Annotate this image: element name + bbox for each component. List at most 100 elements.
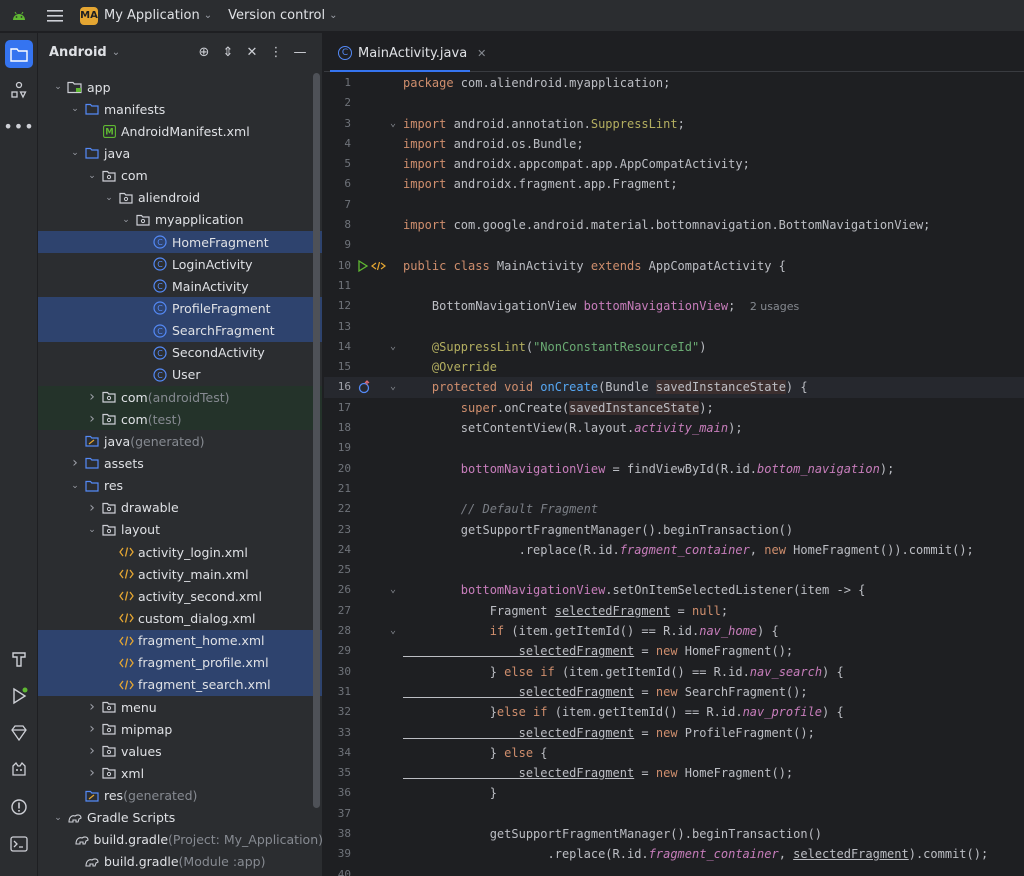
line-number[interactable]: 29	[324, 641, 351, 661]
line-number[interactable]: 39	[324, 844, 351, 864]
code-line[interactable]: 6 import androidx.fragment.app.Fragment;	[324, 174, 1024, 194]
line-number[interactable]: 4	[324, 134, 351, 154]
code-line[interactable]: 4 import android.os.Bundle;	[324, 134, 1024, 154]
code-line[interactable]: 32 }else if (item.getItemId() == R.id.na…	[324, 702, 1024, 722]
line-number[interactable]: 40	[324, 865, 351, 876]
tree-item[interactable]: C User	[38, 364, 322, 386]
fold-chevron-icon[interactable]: ⌄	[390, 621, 396, 641]
line-number[interactable]: 20	[324, 459, 351, 479]
expand-all-icon[interactable]: ⇕	[216, 42, 240, 62]
chevron-down-icon[interactable]: ⌄	[84, 525, 100, 535]
code-line[interactable]: 23 getSupportFragmentManager().beginTran…	[324, 520, 1024, 540]
tree-item[interactable]: ⌄ java	[38, 142, 322, 164]
code-line[interactable]: 39 .replace(R.id.fragment_container, sel…	[324, 844, 1024, 864]
line-number[interactable]: 23	[324, 520, 351, 540]
terminal-tool-button[interactable]	[5, 830, 33, 858]
chevron-down-icon[interactable]: ⌄	[67, 148, 83, 158]
chevron-right-icon[interactable]: ›	[84, 699, 100, 715]
line-number[interactable]: 30	[324, 662, 351, 682]
code-line[interactable]: 40	[324, 865, 1024, 876]
code-line[interactable]: 31 selectedFragment = new SearchFragment…	[324, 682, 1024, 702]
code-line[interactable]: 34 } else {	[324, 743, 1024, 763]
chevron-down-icon[interactable]: ⌄	[101, 193, 117, 203]
code-line[interactable]: 28 ⌄ if (item.getItemId() == R.id.nav_hom…	[324, 621, 1024, 641]
chevron-down-icon[interactable]: ⌄	[67, 481, 83, 491]
code-line[interactable]: 16 ⌄ protected void onCreate(Bundle saved…	[324, 377, 1024, 398]
tree-item[interactable]: C SearchFragment	[38, 319, 322, 342]
line-number[interactable]: 10	[324, 256, 351, 276]
chevron-down-icon[interactable]: ⌄	[50, 82, 66, 92]
code-line[interactable]: 2	[324, 93, 1024, 113]
line-number[interactable]: 11	[324, 276, 351, 296]
line-number[interactable]: 18	[324, 418, 351, 438]
tree-item[interactable]: activity_main.xml	[38, 563, 322, 585]
code-line[interactable]: 29 selectedFragment = new HomeFragment()…	[324, 641, 1024, 661]
tab-mainactivity[interactable]: C MainActivity.java ✕	[330, 39, 494, 67]
code-line[interactable]: 25	[324, 560, 1024, 580]
tree-item[interactable]: › com (androidTest)	[38, 385, 322, 409]
tree-item[interactable]: ⌄ com	[38, 165, 322, 187]
fold-chevron-icon[interactable]: ⌄	[390, 114, 396, 134]
tree-item[interactable]: fragment_search.xml	[38, 673, 322, 696]
line-number[interactable]: 15	[324, 357, 351, 377]
code-line[interactable]: 5 import androidx.appcompat.app.AppCompat…	[324, 154, 1024, 174]
code-line[interactable]: 24 .replace(R.id.fragment_container, new…	[324, 540, 1024, 560]
chevron-right-icon[interactable]: ›	[84, 721, 100, 737]
chevron-down-icon[interactable]: ⌄	[50, 813, 66, 823]
tree-item[interactable]: ⌄ manifests	[38, 98, 322, 120]
code-line[interactable]: 18 setContentView(R.layout.activity_main…	[324, 418, 1024, 438]
line-number[interactable]: 35	[324, 763, 351, 783]
tree-item[interactable]: C HomeFragment	[38, 230, 322, 254]
code-line[interactable]: 10 public class MainActivity extends AppC…	[324, 256, 1024, 276]
chevron-down-icon[interactable]: ⌄	[118, 215, 134, 225]
tree-item[interactable]: ⌄ aliendroid	[38, 187, 322, 209]
tree-item[interactable]: ⌄ layout	[38, 519, 322, 541]
structure-tool-button[interactable]	[5, 76, 33, 104]
project-selector[interactable]: MA My Application ⌄	[80, 6, 212, 25]
tree-item[interactable]: ⌄ myapplication	[38, 209, 322, 231]
code-area[interactable]: 1 package com.aliendroid.myapplication; 2 3…	[324, 73, 1024, 876]
locate-file-icon[interactable]: ⊕	[192, 42, 216, 62]
code-line[interactable]: 11	[324, 276, 1024, 296]
fold-chevron-icon[interactable]: ⌄	[390, 580, 396, 600]
fold-chevron-icon[interactable]: ⌄	[390, 337, 396, 357]
line-number[interactable]: 28	[324, 621, 351, 641]
hide-panel-icon[interactable]: —	[288, 42, 312, 62]
line-number[interactable]: 2	[324, 93, 351, 113]
code-line[interactable]: 17 super.onCreate(savedInstanceState);	[324, 398, 1024, 418]
version-control-menu[interactable]: Version control ⌄	[228, 8, 337, 23]
project-tool-button[interactable]	[5, 40, 33, 68]
tree-item[interactable]: › xml	[38, 762, 322, 784]
line-number[interactable]: 38	[324, 824, 351, 844]
tree-item[interactable]: fragment_profile.xml	[38, 651, 322, 674]
code-line[interactable]: 37	[324, 804, 1024, 824]
line-number[interactable]: 34	[324, 743, 351, 763]
chevron-right-icon[interactable]: ›	[84, 389, 100, 405]
line-number[interactable]: 12	[324, 296, 351, 316]
fold-chevron-icon[interactable]: ⌄	[390, 377, 396, 397]
chevron-right-icon[interactable]: ›	[84, 743, 100, 759]
code-line[interactable]: 7	[324, 195, 1024, 215]
line-number[interactable]: 27	[324, 601, 351, 621]
code-line[interactable]: 21	[324, 479, 1024, 499]
line-number[interactable]: 9	[324, 235, 351, 255]
code-line[interactable]: 1 package com.aliendroid.myapplication;	[324, 73, 1024, 93]
tree-item[interactable]: activity_login.xml	[38, 541, 322, 563]
tree-item[interactable]: C LoginActivity	[38, 253, 322, 275]
tree-item[interactable]: C ProfileFragment	[38, 297, 322, 320]
code-line[interactable]: 38 getSupportFragmentManager().beginTran…	[324, 824, 1024, 844]
tree-item[interactable]: › mipmap	[38, 718, 322, 740]
line-number[interactable]: 5	[324, 154, 351, 174]
tree-item[interactable]: M AndroidManifest.xml	[38, 120, 322, 142]
line-number[interactable]: 13	[324, 317, 351, 337]
line-number[interactable]: 26	[324, 580, 351, 600]
line-number[interactable]: 1	[324, 73, 351, 93]
chevron-down-icon[interactable]: ⌄	[84, 171, 100, 181]
tree-item[interactable]: › com (test)	[38, 408, 322, 431]
line-number[interactable]: 33	[324, 723, 351, 743]
code-line[interactable]: 36 }	[324, 783, 1024, 803]
code-line[interactable]: 12 BottomNavigationView bottomNavigation…	[324, 296, 1024, 316]
gemini-tool-button[interactable]	[5, 719, 33, 747]
line-number[interactable]: 3	[324, 114, 351, 134]
tree-item[interactable]: C SecondActivity	[38, 342, 322, 364]
